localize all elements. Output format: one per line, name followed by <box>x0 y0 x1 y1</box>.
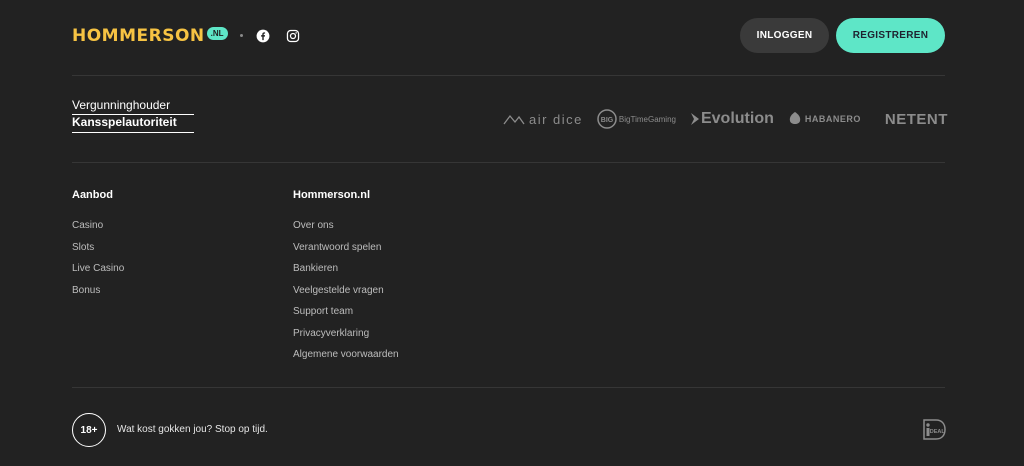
provider-airdice-label: air dice <box>529 111 583 127</box>
provider-airdice: air dice <box>503 112 583 127</box>
svg-text:BIG: BIG <box>601 117 614 124</box>
divider-bottom <box>72 387 945 388</box>
provider-netent: NETENT <box>885 111 948 128</box>
license-line1: Vergunninghouder <box>72 98 194 115</box>
habanero-icon <box>789 112 801 124</box>
divider-middle <box>72 162 945 163</box>
provider-netent-label: NETENT <box>884 110 948 128</box>
footer-link-live-casino[interactable]: Live Casino <box>72 262 124 284</box>
footer-link-terms[interactable]: Algemene voorwaarden <box>293 348 399 370</box>
svg-text:iDEAL: iDEAL <box>928 429 945 435</box>
site-header: HOMMERSON .NL INLOGGEN REGISTREREN <box>72 18 945 53</box>
provider-evolution-label: Evolution <box>700 110 774 127</box>
auth-actions: INLOGGEN REGISTREREN <box>740 18 945 53</box>
separator-dot <box>239 34 243 37</box>
footer-link-bonus[interactable]: Bonus <box>72 284 124 306</box>
divider-top <box>72 75 945 76</box>
provider-habanero-label: HABANERO <box>804 114 861 124</box>
facebook-icon[interactable] <box>256 29 270 43</box>
footer-link-slots[interactable]: Slots <box>72 241 124 263</box>
airdice-icon <box>503 114 525 125</box>
footer-link-over-ons[interactable]: Over ons <box>293 219 399 241</box>
responsible-gambling-text: Wat kost gokken jou? Stop op tijd. <box>117 424 268 435</box>
footer-link-faq[interactable]: Veelgestelde vragen <box>293 284 399 306</box>
column-title: Aanbod <box>72 189 113 201</box>
instagram-icon[interactable] <box>286 29 300 43</box>
register-button[interactable]: REGISTREREN <box>836 18 945 53</box>
logo-badge: .NL <box>206 27 228 40</box>
footer-link-privacy[interactable]: Privacyverklaring <box>293 327 399 349</box>
login-button[interactable]: INLOGGEN <box>740 18 829 53</box>
footer-link-verantwoord-spelen[interactable]: Verantwoord spelen <box>293 241 399 263</box>
footer-link-bankieren[interactable]: Bankieren <box>293 262 399 284</box>
footer-link-casino[interactable]: Casino <box>72 219 124 241</box>
provider-habanero: HABANERO <box>788 111 861 127</box>
column-title: Hommerson.nl <box>293 189 371 201</box>
game-providers: air dice BIG BigTimeGaming Evolution HAB… <box>503 108 948 130</box>
provider-evolution: Evolution <box>690 110 774 128</box>
hommerson-logo[interactable]: HOMMERSON <box>72 26 205 46</box>
license-line2: Kansspelautoriteit <box>72 115 194 133</box>
brand-area: HOMMERSON .NL <box>72 26 316 46</box>
ideal-icon: iDEAL <box>923 419 946 440</box>
ksa-license-logo[interactable]: Vergunninghouder Kansspelautoriteit <box>72 98 194 138</box>
provider-btg: BIG BigTimeGaming <box>597 109 676 129</box>
btg-icon: BIG <box>597 109 617 129</box>
evolution-icon <box>690 113 699 125</box>
footer-link-support-team[interactable]: Support team <box>293 305 399 327</box>
provider-btg-label: BigTimeGaming <box>618 114 676 124</box>
age-restriction-badge: 18+ <box>72 413 106 447</box>
footer-column-hommerson: Hommerson.nl Over ons Verantwoord spelen… <box>293 189 399 370</box>
footer-column-aanbod: Aanbod Casino Slots Live Casino Bonus <box>72 189 124 305</box>
